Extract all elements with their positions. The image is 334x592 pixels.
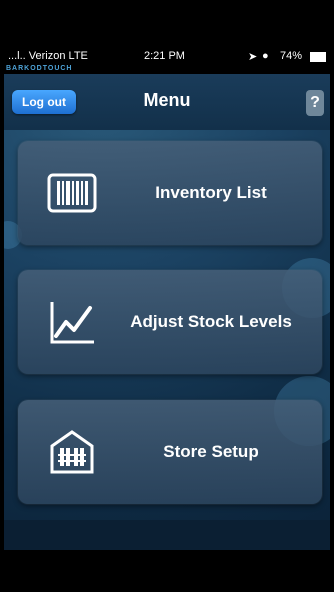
- location-icon: ➤: [248, 51, 258, 63]
- page-title: Menu: [143, 90, 191, 110]
- menu-item-adjust-stock-levels[interactable]: Adjust Stock Levels: [18, 270, 322, 374]
- barcode-icon: [47, 173, 97, 213]
- menu-item-inventory-list[interactable]: Inventory List: [18, 141, 322, 245]
- menu-item-label: Store Setup: [163, 442, 259, 461]
- brand-logo: BARKODTOUCH: [6, 65, 73, 72]
- chart-trend-icon: [50, 302, 94, 344]
- menu-item-label: Adjust Stock Levels: [130, 312, 292, 331]
- battery-icon: [310, 52, 326, 62]
- navigation-bar: Log out Menu ?: [4, 74, 330, 130]
- clock-text: 2:21 PM: [144, 50, 185, 62]
- bottom-bar: [4, 520, 330, 550]
- brand-strip: BARKODTOUCH: [4, 65, 330, 74]
- menu-item-label: Inventory List: [155, 183, 267, 202]
- warehouse-icon: [50, 430, 94, 474]
- battery-text: 74%: [280, 50, 303, 62]
- app-screen: ...l.. Verizon LTE 2:21 PM ➤ ● 74% BARKO…: [4, 46, 330, 550]
- help-button[interactable]: ?: [306, 90, 324, 116]
- status-bar: ...l.. Verizon LTE 2:21 PM ➤ ● 74%: [4, 46, 330, 66]
- alarm-icon: ●: [262, 50, 269, 62]
- menu-item-store-setup[interactable]: Store Setup: [18, 400, 322, 504]
- carrier-text: ...l.. Verizon LTE: [8, 50, 88, 62]
